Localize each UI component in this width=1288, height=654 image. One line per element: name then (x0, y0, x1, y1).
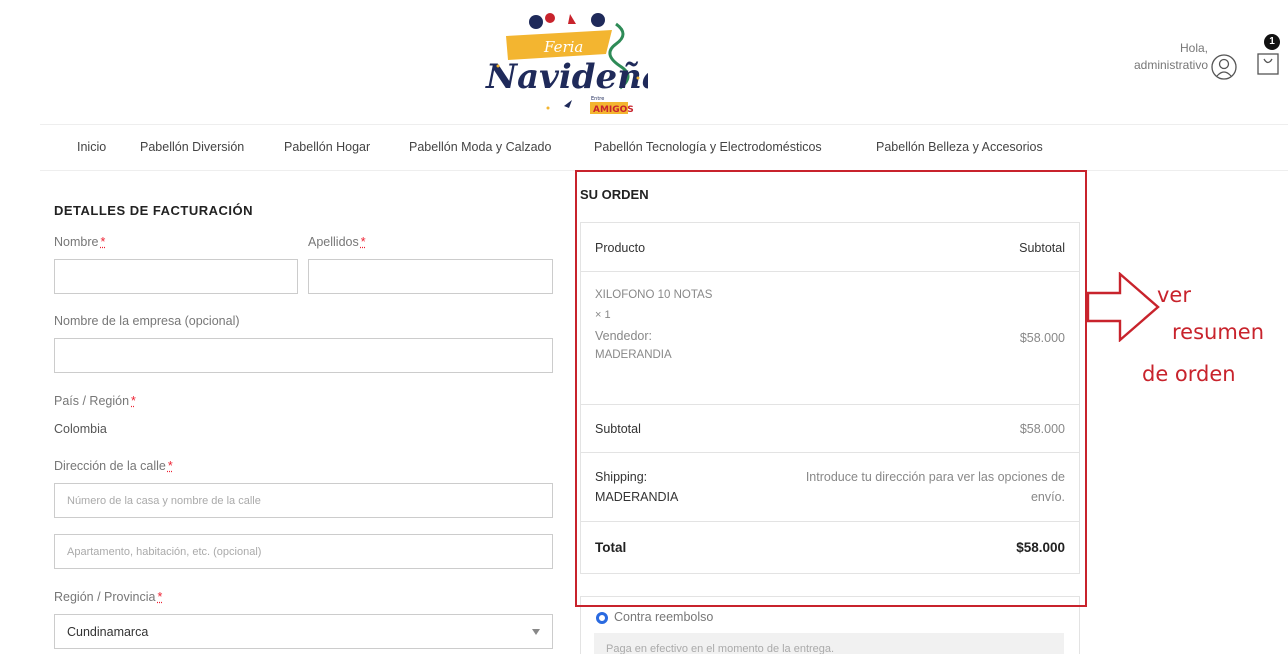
shopping-bag-icon[interactable] (1256, 50, 1280, 76)
street-address-input[interactable]: Número de la casa y nombre de la calle (54, 483, 553, 518)
nav-item-pabellon-belleza[interactable]: Pabellón Belleza y Accesorios (876, 140, 1043, 154)
region-select[interactable]: Cundinamarca (54, 614, 553, 649)
user-greeting[interactable]: Hola, administrativo (1134, 40, 1208, 74)
svg-text:AMIGOS: AMIGOS (593, 105, 634, 115)
nav-item-inicio[interactable]: Inicio (77, 140, 106, 154)
annotation-highlight-box (575, 170, 1087, 607)
nav-item-pabellon-tecnologia[interactable]: Pabellón Tecnología y Electrodomésticos (594, 140, 822, 154)
country-value: Colombia (54, 422, 107, 436)
header-divider (40, 124, 1288, 125)
user-account-icon[interactable] (1210, 53, 1238, 81)
chevron-down-icon (532, 629, 540, 635)
region-select-value: Cundinamarca (67, 624, 149, 639)
company-label: Nombre de la empresa (opcional) (54, 314, 240, 328)
apartment-input[interactable]: Apartamento, habitación, etc. (opcional) (54, 534, 553, 569)
company-input[interactable] (54, 338, 553, 373)
annotation-text-line1: ver (1157, 283, 1191, 307)
annotation-arrow-icon (1086, 272, 1160, 342)
country-label: País / Región * (54, 394, 136, 408)
billing-title: DETALLES DE FACTURACIÓN (54, 203, 254, 218)
greeting-hello: Hola, (1179, 41, 1208, 55)
first-name-label: Nombre * (54, 235, 106, 249)
nav-item-pabellon-hogar[interactable]: Pabellón Hogar (284, 140, 370, 154)
street-label: Dirección de la calle * (54, 459, 173, 473)
nav-item-pabellon-moda[interactable]: Pabellón Moda y Calzado (409, 140, 551, 154)
first-name-input[interactable] (54, 259, 298, 294)
svg-text:Feria: Feria (543, 38, 583, 56)
greeting-username: administrativo (1133, 58, 1208, 72)
svg-text:Navideña: Navideña (485, 57, 648, 97)
last-name-input[interactable] (308, 259, 553, 294)
cart-count-badge: 1 (1264, 34, 1280, 50)
region-label: Región / Provincia * (54, 590, 163, 604)
feria-navidena-logo[interactable]: Feria Navideña Entre AMIGOS (478, 8, 664, 120)
svg-text:Entre: Entre (591, 96, 604, 102)
annotation-text-line2: resumen (1172, 320, 1265, 344)
last-name-label: Apellidos * (308, 235, 366, 249)
nav-item-pabellon-diversion[interactable]: Pabellón Diversión (140, 140, 244, 154)
cash-on-delivery-radio[interactable] (596, 612, 608, 624)
payment-method-label[interactable]: Contra reembolso (614, 610, 713, 624)
payment-method-description: Paga en efectivo en el momento de la ent… (594, 633, 1064, 654)
main-navigation: Inicio Pabellón Diversión Pabellón Hogar… (0, 140, 1288, 158)
annotation-text-line3: de orden (1142, 362, 1236, 386)
